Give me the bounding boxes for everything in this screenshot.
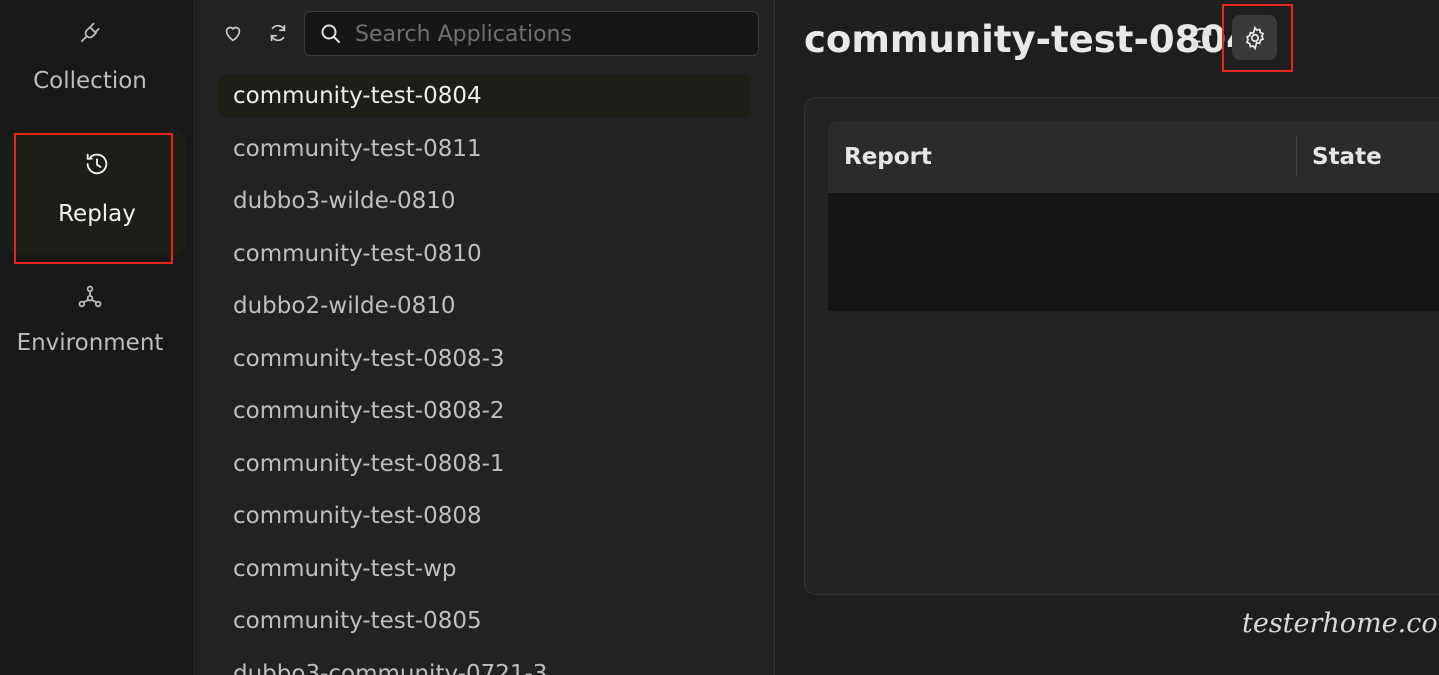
- column-header-report[interactable]: Report: [828, 144, 1296, 170]
- clock-history-icon: [82, 149, 112, 179]
- search-input[interactable]: [353, 16, 748, 52]
- gear-icon: [1245, 25, 1264, 50]
- refresh-button[interactable]: [1186, 22, 1218, 54]
- search-icon: [319, 22, 343, 50]
- application-list-panel: community-test-0804 community-test-0811 …: [194, 0, 775, 675]
- list-item[interactable]: community-test-0808-3: [219, 337, 751, 381]
- search-box[interactable]: [304, 11, 759, 56]
- list-item[interactable]: community-test-0810: [219, 232, 751, 276]
- list-item[interactable]: community-test-0808-2: [219, 389, 751, 433]
- sidebar-item-label: Collection: [33, 68, 147, 94]
- main-content: community-test-0804 Report State: [776, 0, 1439, 675]
- list-item[interactable]: community-test-0808: [219, 494, 751, 538]
- sidebar: Collection Replay Environment: [0, 0, 194, 675]
- sidebar-item-label: Environment: [16, 330, 164, 356]
- list-item[interactable]: dubbo3-community-0721-3: [219, 652, 751, 675]
- list-item[interactable]: dubbo3-wilde-0810: [219, 179, 751, 223]
- network-icon: [75, 282, 105, 312]
- report-card: Report State: [804, 97, 1439, 595]
- sidebar-item-environment[interactable]: Environment: [0, 282, 180, 356]
- list-item[interactable]: dubbo2-wilde-0810: [219, 284, 751, 328]
- list-item[interactable]: community-test-0808-1: [219, 442, 751, 486]
- column-header-state[interactable]: State: [1297, 144, 1382, 170]
- sidebar-item-label: Replay: [58, 201, 136, 227]
- sidebar-item-collection[interactable]: Collection: [0, 18, 180, 94]
- refresh-icon[interactable]: [266, 21, 290, 45]
- app-window: Collection Replay Environment Search App…: [0, 0, 1439, 675]
- application-list: community-test-0804 community-test-0811 …: [219, 74, 751, 675]
- list-item[interactable]: community-test-0805: [219, 599, 751, 643]
- report-table: Report State: [828, 121, 1439, 311]
- sidebar-item-replay[interactable]: Replay: [8, 131, 186, 255]
- settings-button[interactable]: [1232, 15, 1277, 60]
- list-item[interactable]: community-test-wp: [219, 547, 751, 591]
- table-header: Report State: [828, 121, 1439, 193]
- watermark: testerhome.com: [1242, 608, 1439, 639]
- list-toolbar: [194, 11, 775, 57]
- page-title: community-test-0804: [804, 18, 1252, 61]
- list-item[interactable]: community-test-0804: [219, 74, 751, 118]
- refresh-icon: [1192, 27, 1212, 49]
- plug-icon: [75, 18, 105, 48]
- list-item[interactable]: community-test-0811: [219, 127, 751, 171]
- table-body: [828, 193, 1439, 311]
- heart-icon[interactable]: [221, 21, 245, 45]
